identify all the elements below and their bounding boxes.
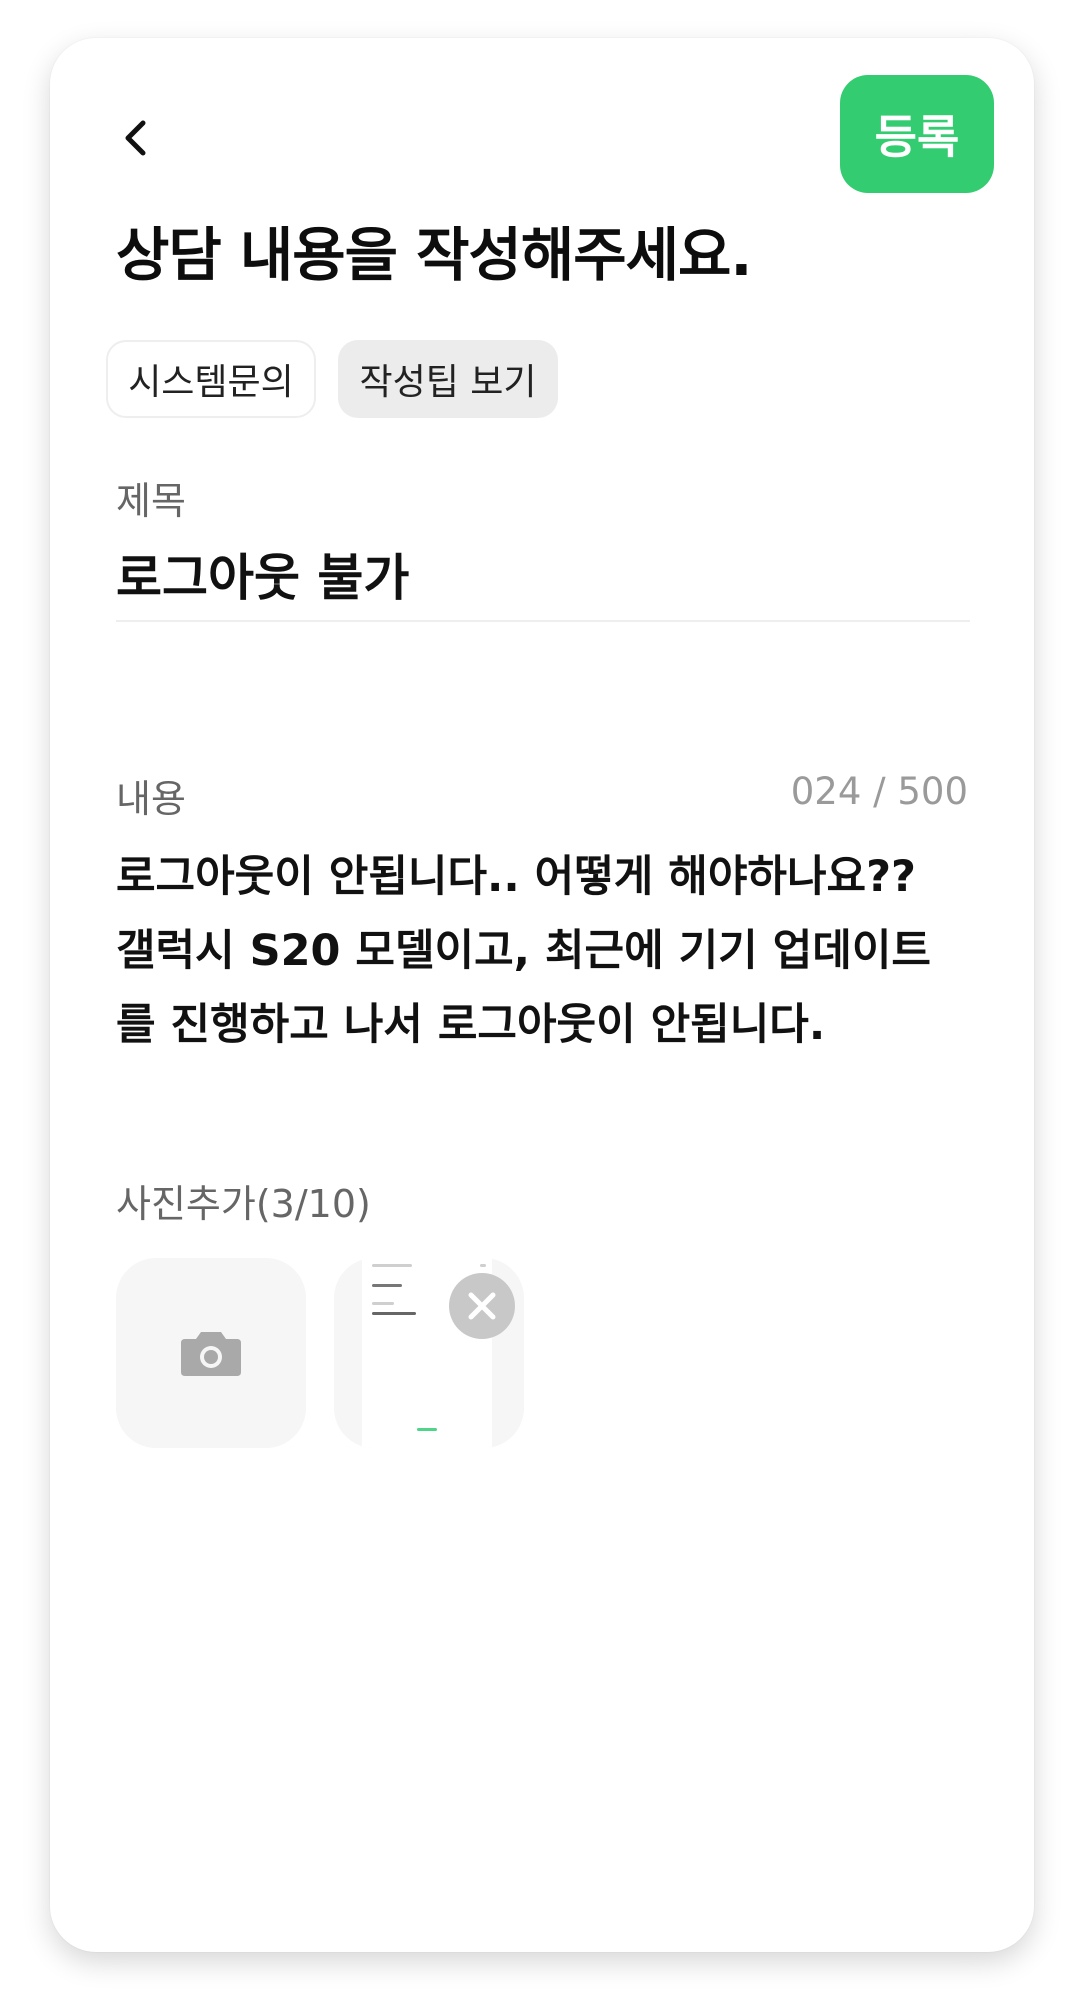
content-line: 로그아웃이 안됩니다.. 어떻게 해야하나요??: [116, 852, 916, 902]
back-button[interactable]: [100, 102, 172, 174]
title-divider: [116, 620, 970, 622]
content-line: 를 진행하고 나서 로그아웃이 안됩니다.: [116, 1000, 826, 1050]
category-chip: 시스템문의: [106, 340, 316, 418]
camera-icon: [181, 1332, 241, 1376]
title-input[interactable]: 로그아웃 불가: [116, 538, 409, 610]
chevron-left-icon: [125, 120, 146, 156]
content-label: 내용: [116, 777, 186, 821]
char-count: 024 / 500: [790, 770, 968, 813]
consultation-form-card: 등록 상담 내용을 작성해주세요. 시스템문의 작성팁 보기 제목 로그아웃 불…: [50, 38, 1034, 1952]
register-button[interactable]: 등록: [840, 75, 994, 193]
content-textarea[interactable]: 로그아웃이 안됩니다.. 어떻게 해야하나요?? 갤럭시 S20 모델이고, 최…: [116, 840, 996, 1062]
content-line: 갤럭시 S20 모델이고, 최근에 기기 업데이트: [116, 926, 931, 976]
photo-add-label: 사진추가(3/10): [116, 1182, 371, 1226]
close-icon: [468, 1292, 496, 1320]
title-label: 제목: [116, 479, 186, 523]
add-photo-button[interactable]: [116, 1258, 306, 1448]
page-title: 상담 내용을 작성해주세요.: [116, 221, 752, 289]
remove-photo-button[interactable]: [449, 1273, 515, 1339]
writing-tips-button[interactable]: 작성팁 보기: [338, 340, 558, 418]
